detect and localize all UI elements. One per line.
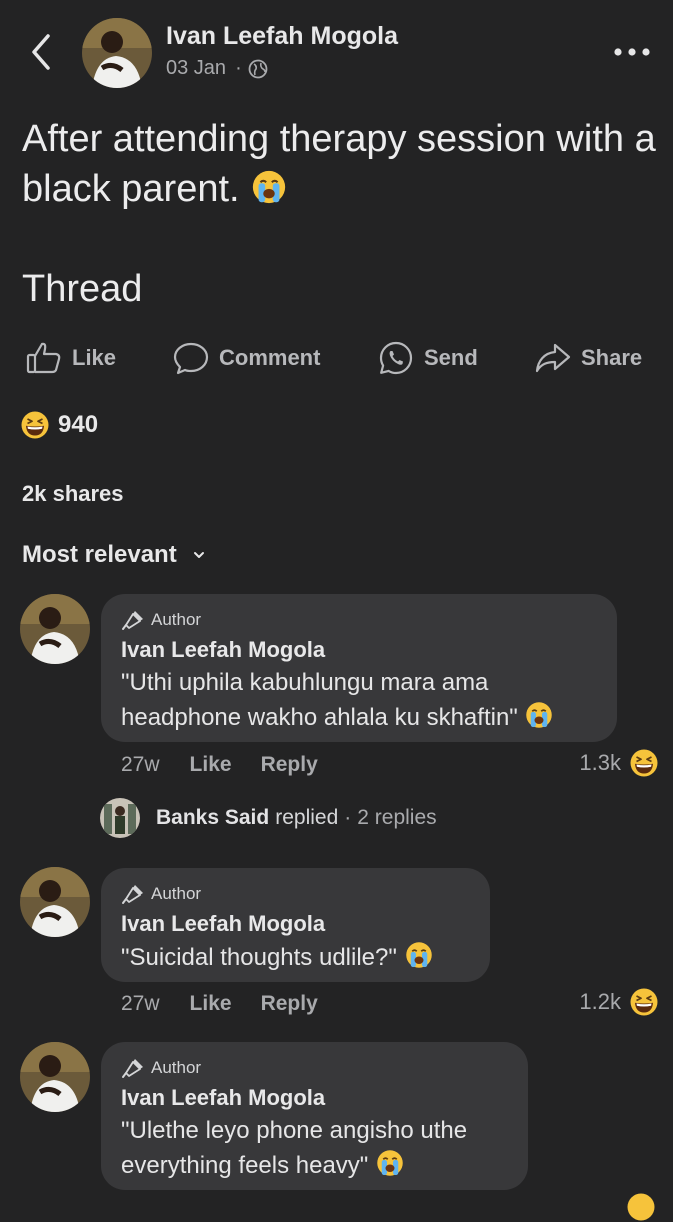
avatar-photo xyxy=(20,1042,90,1112)
comment-body: "Ulethe leyo phone angisho uthe everythi… xyxy=(121,1117,468,1179)
author-badge: Author xyxy=(121,608,597,632)
reaction-count: 940 xyxy=(58,411,99,438)
grinning-squinting-face-icon xyxy=(627,1193,655,1221)
like-label: Like xyxy=(72,345,117,370)
like-button[interactable]: Like xyxy=(26,336,116,380)
comment-author-name[interactable]: Ivan Leefah Mogola xyxy=(121,1084,508,1112)
grinning-squinting-face-icon xyxy=(630,749,658,777)
comment-time: 27w xyxy=(121,992,160,1015)
share-button[interactable]: Share xyxy=(535,336,642,380)
comment-like-button[interactable]: Like xyxy=(190,753,232,777)
shares-count[interactable]: 2k shares xyxy=(22,481,124,507)
comment-author-name[interactable]: Ivan Leefah Mogola xyxy=(121,910,470,938)
microphone-icon xyxy=(122,885,143,904)
grinning-squinting-face-icon xyxy=(630,988,658,1016)
meta-separator: · xyxy=(235,57,242,79)
comment-like-button[interactable]: Like xyxy=(190,992,232,1016)
comment-body: "Uthi uphila kabuhlungu mara ama headpho… xyxy=(121,669,518,731)
comment-bubble[interactable]: Author Ivan Leefah Mogola "Uthi uphila k… xyxy=(101,594,617,742)
author-badge-label: Author xyxy=(151,610,202,629)
chevron-down-icon xyxy=(193,552,204,558)
comment-text: "Uthi uphila kabuhlungu mara ama headpho… xyxy=(121,666,597,735)
replies-preview[interactable]: Banks Said replied · 2 replies xyxy=(100,798,437,838)
avatar-photo xyxy=(20,867,90,937)
comment-bubble[interactable]: Author Ivan Leefah Mogola "Ulethe leyo p… xyxy=(101,1042,528,1190)
comment-meta: 27w Like Reply xyxy=(121,750,318,780)
comment-reply-button[interactable]: Reply xyxy=(261,753,318,777)
comment-avatar[interactable] xyxy=(20,867,90,937)
author-name[interactable]: Ivan Leefah Mogola xyxy=(166,22,398,51)
avatar-photo xyxy=(20,594,90,664)
loudly-crying-face-icon xyxy=(252,170,286,204)
loudly-crying-face-icon xyxy=(377,1150,403,1176)
share-arrow-icon xyxy=(535,343,571,373)
back-button[interactable] xyxy=(22,30,58,74)
comment-reaction-number: 1.3k xyxy=(579,750,621,775)
more-dots-icon xyxy=(614,48,650,56)
comment-bubble[interactable]: Author Ivan Leefah Mogola "Suicidal thou… xyxy=(101,868,490,982)
author-badge: Author xyxy=(121,1056,508,1080)
share-label: Share xyxy=(581,345,643,370)
comment-reaction-number: 1.2k xyxy=(579,989,621,1014)
sort-dropdown[interactable]: Most relevant xyxy=(22,541,205,569)
comment-author-name[interactable]: Ivan Leefah Mogola xyxy=(121,636,597,664)
comment-reaction-count[interactable]: 1.2k xyxy=(579,985,659,1019)
comment-button[interactable]: Comment xyxy=(173,336,320,380)
comment-meta: 27w Like Reply xyxy=(121,989,318,1019)
comment-label: Comment xyxy=(219,345,321,370)
avatar-photo xyxy=(100,798,140,838)
microphone-icon xyxy=(122,611,143,630)
post-thread-label: Thread xyxy=(22,268,143,310)
microphone-icon xyxy=(122,1059,143,1078)
globe-icon xyxy=(248,59,268,78)
reply-author-name: Banks Said xyxy=(156,806,270,829)
post-date: 03 Jan xyxy=(166,57,227,79)
grinning-squinting-face-icon xyxy=(21,411,49,439)
sort-label: Most relevant xyxy=(22,541,177,568)
comment-body: "Suicidal thoughts udlile?" xyxy=(121,944,397,971)
loudly-crying-face-icon xyxy=(526,702,553,728)
comment-bubble-icon xyxy=(173,342,209,375)
comment-reply-button[interactable]: Reply xyxy=(261,992,318,1016)
comment-reaction-partial[interactable] xyxy=(626,1192,656,1222)
chevron-left-icon xyxy=(32,34,50,70)
comment-reaction-count[interactable]: 1.3k xyxy=(579,746,659,780)
avatar-photo xyxy=(82,18,152,88)
comment-avatar[interactable] xyxy=(20,1042,90,1112)
comment-text: "Ulethe leyo phone angisho uthe everythi… xyxy=(121,1114,508,1183)
author-badge-label: Author xyxy=(151,884,202,903)
comment-text: "Suicidal thoughts udlile?" xyxy=(121,940,470,975)
send-button[interactable]: Send xyxy=(378,336,478,380)
comment-avatar[interactable] xyxy=(20,594,90,664)
more-options-button[interactable] xyxy=(612,42,652,62)
post-text: After attending therapy session with a b… xyxy=(22,114,662,214)
reply-avatar xyxy=(100,798,140,838)
reply-count: 2 replies xyxy=(357,806,437,829)
reply-separator: · xyxy=(344,806,352,829)
send-label: Send xyxy=(424,345,478,370)
reply-verb: replied xyxy=(275,806,339,829)
whatsapp-icon xyxy=(379,341,413,375)
reaction-summary[interactable]: 940 xyxy=(20,410,98,440)
comment-time: 27w xyxy=(121,753,160,776)
thumbs-up-icon xyxy=(26,342,61,374)
author-badge-label: Author xyxy=(151,1058,202,1077)
loudly-crying-face-icon xyxy=(405,942,432,968)
post-body: After attending therapy session with a b… xyxy=(22,118,656,210)
post-meta: 03 Jan · xyxy=(166,57,268,80)
author-avatar[interactable] xyxy=(82,18,152,88)
author-badge: Author xyxy=(121,882,470,906)
